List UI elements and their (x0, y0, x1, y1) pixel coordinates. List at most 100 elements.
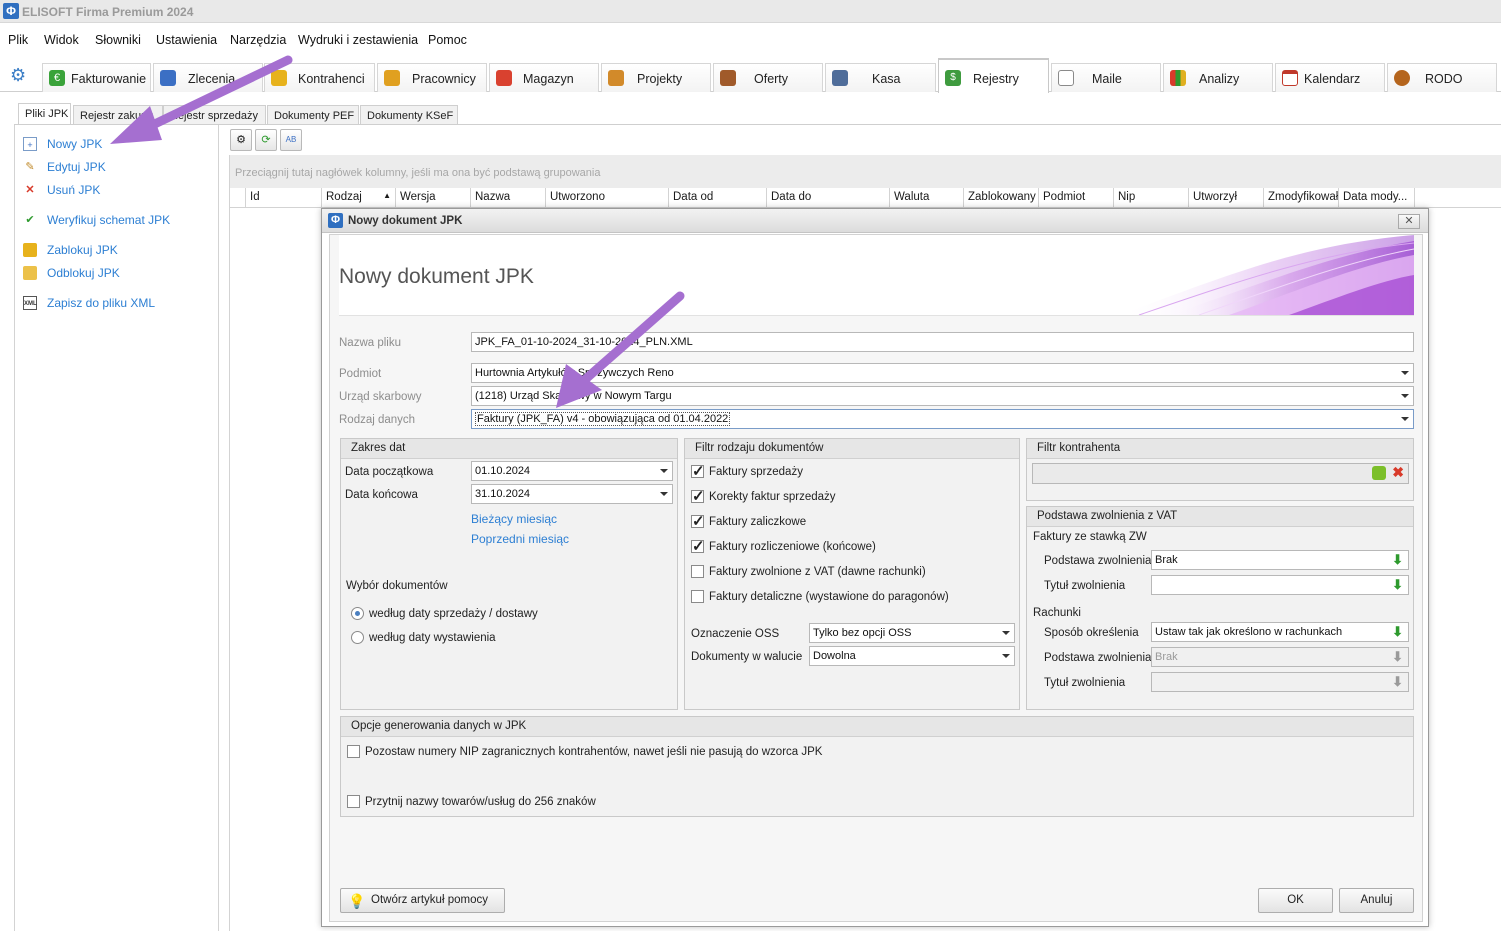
tab-fakturowanie[interactable]: € Fakturowanie (42, 63, 151, 92)
cancel-button[interactable]: Anuluj (1339, 888, 1414, 913)
column-header-podmiot[interactable]: Podmiot (1039, 188, 1114, 208)
radio-data-sprzedazy[interactable]: według daty sprzedaży / dostawy (351, 607, 538, 620)
chevron-down-icon (1002, 631, 1010, 635)
module-ribbon: ⚙ € Fakturowanie Zlecenia Kontrahenci Pr… (0, 57, 1501, 93)
tab-rejestry[interactable]: $ Rejestry (938, 58, 1049, 93)
documents-icon (160, 70, 176, 86)
column-header-id[interactable]: Id (246, 188, 322, 208)
radio-data-wystawienia[interactable]: według daty wystawienia (351, 631, 496, 644)
dialog-title-bar: Φ Nowy dokument JPK ✕ (322, 209, 1428, 233)
tab-magazyn[interactable]: Magazyn (489, 63, 599, 92)
kontrahent-picker[interactable]: ✖ (1032, 463, 1409, 484)
column-header-nazwa[interactable]: Nazwa (471, 188, 546, 208)
column-header-data-do[interactable]: Data do (767, 188, 890, 208)
podmiot-dropdown[interactable]: Hurtownia Artykułów Spożywczych Reno (471, 363, 1414, 383)
arrow-down-icon: ⬇ (1392, 649, 1403, 664)
rachunki-tytul-label: Tytuł zwolnienia (1044, 677, 1126, 689)
bags-icon (496, 70, 512, 86)
menu-wydruki[interactable]: Wydruki i zestawienia (298, 33, 418, 47)
action-odblokuj-jpk[interactable]: Odblokuj JPK (23, 264, 120, 282)
column-header-waluta[interactable]: Waluta (890, 188, 964, 208)
tab-zlecenia[interactable]: Zlecenia (153, 63, 263, 92)
filtr-rodzaju-title: Filtr rodzaju dokumentów (685, 439, 1019, 459)
subtab-pliki-jpk[interactable]: Pliki JPK (18, 103, 71, 126)
settings-gear-icon[interactable]: ⚙ (10, 66, 28, 84)
filtr-kontrahenta-title: Filtr kontrahenta (1027, 439, 1413, 459)
column-header-data-od[interactable]: Data od (669, 188, 767, 208)
tab-projekty[interactable]: Projekty (601, 63, 711, 92)
chevron-down-icon (660, 469, 668, 473)
menu-narzedzia[interactable]: Narzędzia (230, 33, 286, 47)
column-header-utworzono[interactable]: Utworzono (546, 188, 669, 208)
data-koncowa-picker[interactable]: 31.10.2024 (471, 484, 673, 504)
menu-ustawienia[interactable]: Ustawienia (156, 33, 217, 47)
oznaczenie-oss-dropdown[interactable]: Tylko bez opcji OSS (809, 623, 1015, 643)
menu-pomoc[interactable]: Pomoc (428, 33, 467, 47)
tab-kasa[interactable]: Kasa (825, 63, 936, 92)
column-chooser-icon[interactable]: AB (280, 129, 302, 151)
subtab-dokumenty-pef[interactable]: Dokumenty PEF (267, 105, 359, 125)
checkbox-zaliczkowe[interactable]: Faktury zaliczkowe (691, 512, 806, 530)
action-usun-jpk[interactable]: ✕ Usuń JPK (23, 181, 100, 199)
clear-icon[interactable]: ✖ (1392, 464, 1404, 481)
tab-analizy[interactable]: Analizy (1163, 63, 1273, 92)
rodzaj-danych-dropdown[interactable]: Faktury (JPK_FA) v4 - obowiązująca od 01… (471, 409, 1414, 429)
podstawa-zwolnienia-picker[interactable]: Brak ⬇ (1151, 550, 1409, 570)
menu-plik[interactable]: Plik (8, 33, 28, 47)
select-contractor-icon[interactable] (1372, 466, 1386, 480)
tab-kontrahenci[interactable]: Kontrahenci (264, 63, 375, 92)
column-header-zmodyfikowal[interactable]: Zmodyfikował (1264, 188, 1339, 208)
settings-icon[interactable]: ⚙ (230, 129, 252, 151)
biezacy-miesiac-link[interactable]: Bieżący miesiąc (471, 512, 557, 526)
edit-icon: ✎ (25, 161, 35, 173)
checkbox-detaliczne[interactable]: Faktury detaliczne (wystawione do parago… (691, 590, 949, 603)
action-zapisz-xml[interactable]: XML Zapisz do pliku XML (23, 294, 155, 312)
checkbox-zwolnione[interactable]: Faktury zwolnione z VAT (dawne rachunki) (691, 565, 926, 578)
column-header-utworzyl[interactable]: Utworzył (1189, 188, 1264, 208)
tytul-zwolnienia-picker[interactable]: ⬇ (1151, 575, 1409, 595)
column-header-nip[interactable]: Nip (1114, 188, 1189, 208)
poprzedni-miesiac-link[interactable]: Poprzedni miesiąc (471, 532, 569, 546)
tab-rodo[interactable]: RODO (1387, 63, 1497, 92)
column-header-wersja[interactable]: Wersja (396, 188, 471, 208)
data-poczatkowa-picker[interactable]: 01.10.2024 (471, 461, 673, 481)
column-header-data-modyfikacji[interactable]: Data mody... (1339, 188, 1415, 208)
checkbox-rozliczeniowe[interactable]: Faktury rozliczeniowe (końcowe) (691, 537, 876, 555)
refresh-icon[interactable]: ⟳ (255, 129, 277, 151)
dokumenty-w-walucie-dropdown[interactable]: Dowolna (809, 646, 1015, 666)
column-header-zablokowany[interactable]: Zablokowany (964, 188, 1039, 208)
checkbox-przytnij-nazwy[interactable]: Przytnij nazwy towarów/usług do 256 znak… (347, 795, 596, 808)
action-weryfikuj-schemat[interactable]: ✔ Weryfikuj schemat JPK (23, 211, 170, 229)
tytul-zwolnienia-label: Tytuł zwolnienia (1044, 580, 1126, 592)
checkbox-faktury-sprzedazy[interactable]: Faktury sprzedaży (691, 462, 803, 480)
sposob-okreslenia-picker[interactable]: Ustaw tak jak określono w rachunkach ⬇ (1151, 622, 1409, 642)
tab-maile[interactable]: Maile (1051, 63, 1161, 92)
subtab-rejestr-zakupu[interactable]: Rejestr zakupu (73, 105, 163, 125)
chevron-down-icon (660, 492, 668, 496)
subtab-rejestr-sprzedazy[interactable]: Rejestr sprzedaży (163, 105, 266, 125)
tab-oferty[interactable]: Oferty (713, 63, 823, 92)
action-zablokuj-jpk[interactable]: Zablokuj JPK (23, 241, 118, 259)
pencil-icon (608, 70, 624, 86)
urzad-skarbowy-dropdown[interactable]: (1218) Urząd Skarbowy w Nowym Targu (471, 386, 1414, 406)
checkbox-pozostaw-nip[interactable]: Pozostaw numery NIP zagranicznych kontra… (347, 745, 822, 758)
grid-toolbar: ⚙ ⟳ AB (229, 128, 311, 154)
decorative-wave-graphic (1119, 235, 1414, 315)
help-article-button[interactable]: 💡 Otwórz artykuł pomocy (340, 888, 505, 913)
tab-kalendarz[interactable]: Kalendarz (1275, 63, 1385, 92)
menu-slowniki[interactable]: Słowniki (95, 33, 141, 47)
action-edytuj-jpk[interactable]: ✎ Edytuj JPK (23, 158, 105, 176)
subtab-dokumenty-ksef[interactable]: Dokumenty KSeF (360, 105, 458, 125)
checkbox-korekty[interactable]: Korekty faktur sprzedaży (691, 487, 836, 505)
ok-button[interactable]: OK (1258, 888, 1333, 913)
menu-widok[interactable]: Widok (44, 33, 79, 47)
action-nowy-jpk[interactable]: + Nowy JPK (23, 135, 102, 153)
tab-pracownicy[interactable]: Pracownicy (377, 63, 487, 92)
arrow-down-icon: ⬇ (1392, 552, 1403, 567)
dialog-close-button[interactable]: ✕ (1398, 214, 1420, 229)
zakres-dat-title: Zakres dat (341, 439, 677, 459)
app-logo-icon: Φ (3, 3, 19, 19)
lock-icon (23, 243, 37, 257)
nazwa-pliku-input[interactable]: JPK_FA_01-10-2024_31-10-2024_PLN.XML (471, 332, 1414, 352)
column-header-rodzaj[interactable]: Rodzaj ▲ (322, 188, 396, 208)
